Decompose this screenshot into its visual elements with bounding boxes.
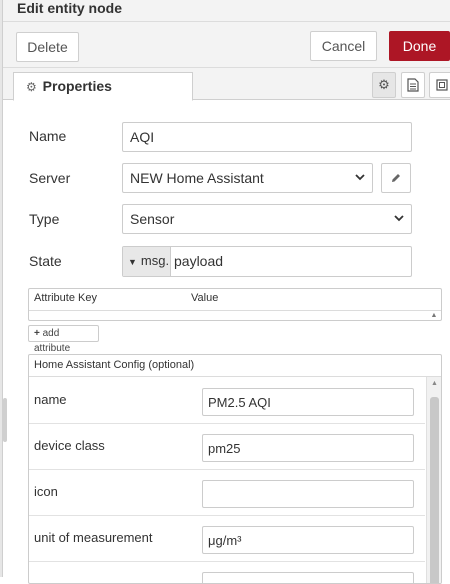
name-label: Name: [29, 128, 67, 144]
ha-config-row: icon: [29, 470, 425, 516]
attribute-value-header: Value: [191, 292, 219, 304]
scroll-arrows-icon[interactable]: ▲: [427, 311, 441, 321]
type-select-value: Sensor: [130, 211, 175, 227]
tab-properties-label: Properties: [42, 78, 112, 94]
chevron-down-icon: [354, 164, 366, 201]
add-attribute-label: add attribute: [34, 328, 71, 354]
ha-config-row: unit of measurement μg/m³: [29, 516, 425, 562]
ha-device-class-input[interactable]: pm25: [202, 434, 414, 462]
server-label: Server: [29, 170, 71, 186]
server-select-value: NEW Home Assistant: [130, 170, 264, 186]
delete-button[interactable]: Delete: [16, 32, 79, 62]
ha-extra-input[interactable]: [202, 572, 414, 583]
ha-config-row: device class pm25: [29, 424, 425, 470]
chevron-down-icon: [393, 205, 405, 242]
ha-config-row-label: device class: [34, 438, 105, 453]
appearance-tab-button[interactable]: [429, 72, 450, 98]
settings-tab-button[interactable]: ⚙: [372, 72, 396, 98]
ha-config-row-label: unit of measurement: [34, 530, 153, 545]
ha-icon-input[interactable]: [202, 480, 414, 508]
ha-config-row: [29, 562, 425, 583]
tab-bar: ⚙ Properties ⚙: [3, 68, 450, 101]
state-value: payload: [174, 253, 224, 269]
ha-config-panel: Home Assistant Config (optional) name PM…: [28, 354, 442, 584]
resize-grip[interactable]: [3, 398, 7, 442]
description-tab-button[interactable]: [401, 72, 425, 98]
tray-toolbar: Delete Cancel Done: [3, 22, 450, 68]
gear-icon: ⚙: [26, 80, 37, 94]
ha-unit-input[interactable]: μg/m³: [202, 526, 414, 554]
name-input[interactable]: AQI: [122, 122, 412, 152]
state-type-label: msg.: [140, 253, 170, 268]
appearance-icon: [435, 79, 448, 91]
server-select[interactable]: NEW Home Assistant: [122, 163, 373, 193]
ha-config-row: name PM2.5 AQI: [29, 378, 425, 424]
plus-icon: +: [34, 328, 40, 339]
add-attribute-button[interactable]: + add attribute: [28, 325, 99, 354]
ha-config-title: Home Assistant Config (optional): [29, 355, 441, 377]
ha-name-input[interactable]: PM2.5 AQI: [202, 388, 414, 416]
ha-config-row-label: icon: [34, 484, 58, 499]
type-label: Type: [29, 211, 60, 227]
caret-down-icon: ▼: [128, 257, 137, 267]
attribute-table: Attribute Key Value ▲: [28, 288, 442, 321]
tray-title-bar: Edit entity node: [3, 0, 450, 22]
divider: [29, 310, 441, 311]
done-button[interactable]: Done: [389, 31, 450, 61]
server-edit-button[interactable]: [381, 163, 411, 193]
tab-properties[interactable]: ⚙ Properties: [13, 72, 193, 101]
gear-icon: ⚙: [378, 77, 390, 92]
attribute-key-header: Attribute Key: [34, 292, 97, 304]
state-label: State: [29, 253, 62, 269]
state-typed-input[interactable]: ▼ msg. payload: [122, 246, 412, 277]
ha-config-scrollbar[interactable]: ▲: [426, 377, 441, 583]
type-select[interactable]: Sensor: [122, 204, 412, 234]
cancel-button[interactable]: Cancel: [310, 31, 377, 61]
document-icon: [407, 78, 419, 92]
scrollbar-thumb[interactable]: [430, 397, 439, 583]
scroll-up-icon[interactable]: ▲: [427, 380, 441, 387]
pencil-icon: [392, 174, 400, 182]
ha-config-row-label: name: [34, 392, 67, 407]
state-type-selector[interactable]: ▼ msg.: [123, 247, 171, 276]
tray-title: Edit entity node: [17, 0, 122, 16]
